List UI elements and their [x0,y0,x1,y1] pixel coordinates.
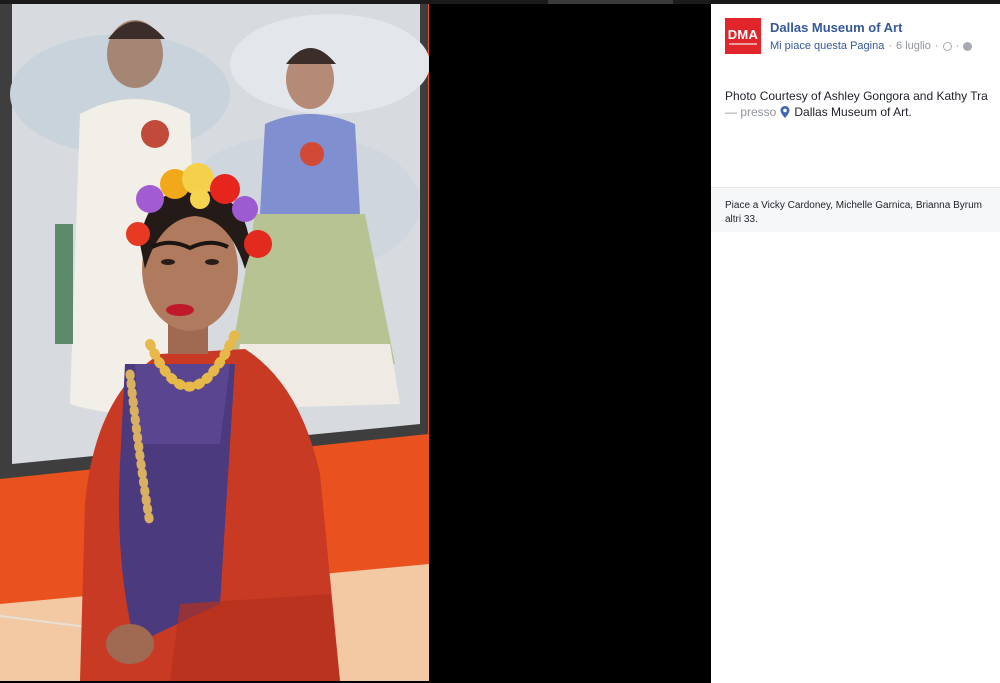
location-link[interactable]: Dallas Museum of Art. [794,105,911,119]
location-prefix: — presso [725,105,777,119]
photo-image [0,4,429,681]
top-bar-highlight [548,0,673,4]
post-date[interactable]: 6 luglio [896,40,931,52]
meta-separator: · [888,40,893,52]
post-caption: Photo Courtesy of Ashley Gongora and Kat… [725,89,988,103]
logo-subline [729,42,757,45]
post-location: — presso Dallas Museum of Art. [725,105,912,119]
page-avatar[interactable]: DMA [725,18,761,54]
likes-summary: Piace a Vicky Cardoney, Michelle Garnica… [711,187,1000,232]
likes-more[interactable]: altri 33. [725,214,758,225]
clock-icon [942,41,952,51]
post-details-pane: DMA Dallas Museum of Art Mi piace questa… [711,4,1000,683]
photo-viewer[interactable] [0,4,429,681]
globe-icon[interactable] [963,41,973,51]
post-meta: Mi piace questa Pagina · 6 luglio · · [770,40,973,52]
likes-text[interactable]: Piace a Vicky Cardoney, Michelle Garnica… [725,200,982,211]
logo-text: DMA [727,26,759,42]
like-page-link[interactable]: Mi piace questa Pagina [770,40,884,52]
meta-separator: · [955,40,960,52]
page-name-link[interactable]: Dallas Museum of Art [770,20,902,35]
meta-separator: · [934,40,939,52]
location-pin-icon [780,106,790,118]
